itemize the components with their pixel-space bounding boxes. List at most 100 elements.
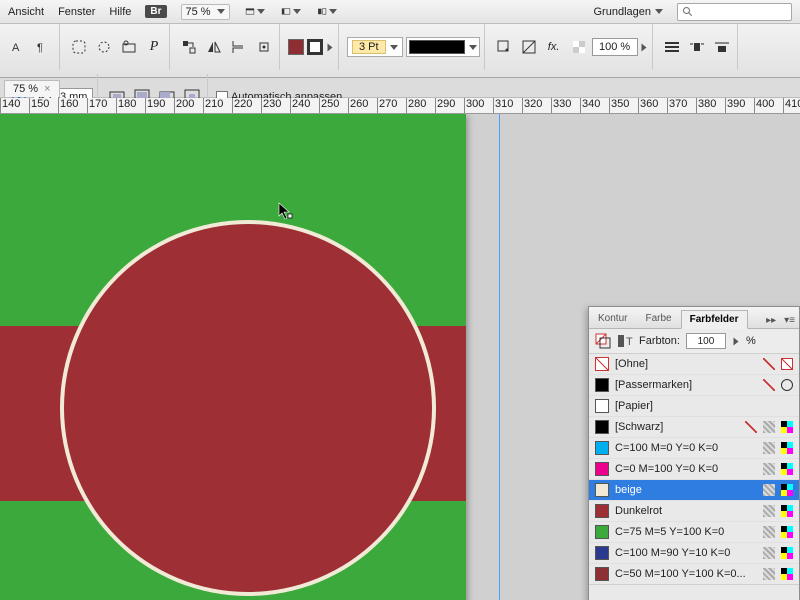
- opacity-value[interactable]: [592, 38, 638, 56]
- ruler-tick: 390: [725, 98, 745, 113]
- ruler-tick: 350: [609, 98, 629, 113]
- swatch-row[interactable]: [Schwarz]: [589, 417, 799, 438]
- ruler-tick: 410: [783, 98, 800, 113]
- strike-icon: [745, 421, 757, 433]
- document-tab[interactable]: 75 % ×: [4, 80, 60, 97]
- arrange-docs[interactable]: [316, 1, 338, 23]
- swatch-row[interactable]: [Ohne]: [589, 354, 799, 375]
- para-style-dd[interactable]: ¶: [33, 36, 55, 58]
- swatch-name: [Papier]: [615, 400, 793, 412]
- swatch-name: C=100 M=0 Y=0 K=0: [615, 442, 757, 454]
- cmyk-icon: [781, 547, 793, 559]
- swatch-chip: [595, 525, 609, 539]
- gray-icon: [763, 463, 775, 475]
- panel-tabs: Kontur Farbe Farbfelder ▸▸ ▾≡: [589, 307, 799, 329]
- ruler-tick: 360: [638, 98, 658, 113]
- fill-swatch[interactable]: [288, 39, 304, 55]
- bridge-chip[interactable]: Br: [145, 5, 166, 18]
- screen-mode-2[interactable]: [280, 1, 302, 23]
- textwrap-shape[interactable]: [711, 36, 733, 58]
- corner-opts[interactable]: [68, 36, 90, 58]
- panel-footer: [589, 584, 799, 600]
- gray-icon: [763, 568, 775, 580]
- swatch-chip: [595, 378, 609, 392]
- swatch-chip: [595, 462, 609, 476]
- control-bar: A ¶ P 3 Pt fx.: [0, 24, 800, 78]
- swatch-row[interactable]: [Papier]: [589, 396, 799, 417]
- stroke-style-preview: [409, 40, 465, 54]
- ruler-tick: 370: [667, 98, 687, 113]
- gray-icon: [763, 547, 775, 559]
- corner-link[interactable]: [93, 36, 115, 58]
- stroke-style-dd[interactable]: [406, 37, 480, 57]
- document-tab-label: 75 %: [13, 83, 38, 95]
- swatch-row[interactable]: beige: [589, 480, 799, 501]
- chevron-right-icon: [328, 43, 333, 51]
- panel-menu-icon[interactable]: ▾≡: [780, 313, 799, 328]
- cmyk-icon: [781, 421, 793, 433]
- zoom-value: 75 %: [186, 6, 211, 18]
- ruler-tick: 400: [754, 98, 774, 113]
- menu-view[interactable]: Ansicht: [8, 6, 44, 18]
- stroke-swatch[interactable]: [307, 39, 323, 55]
- swatch-row[interactable]: C=100 M=90 Y=10 K=0: [589, 543, 799, 564]
- chevron-right-icon: [641, 43, 646, 51]
- swatch-name: [Schwarz]: [615, 421, 739, 433]
- textwrap-none[interactable]: [661, 36, 683, 58]
- chevron-right-icon: [733, 337, 738, 345]
- textwrap-bound[interactable]: [686, 36, 708, 58]
- ruler-tick: 190: [145, 98, 165, 113]
- cmyk-icon: [781, 442, 793, 454]
- swatch-name: Dunkelrot: [615, 505, 757, 517]
- object-text-toggle[interactable]: T: [617, 333, 633, 349]
- flip-v-icon[interactable]: [228, 36, 250, 58]
- corner-shape[interactable]: [118, 36, 140, 58]
- ruler-tick: 170: [87, 98, 107, 113]
- tint-input[interactable]: [686, 333, 726, 349]
- search-input[interactable]: [677, 3, 792, 21]
- none-icon: [781, 358, 793, 370]
- swatch-row[interactable]: [Passermarken]: [589, 375, 799, 396]
- swatch-row[interactable]: C=100 M=0 Y=0 K=0: [589, 438, 799, 459]
- swatch-name: C=0 M=100 Y=0 K=0: [615, 463, 757, 475]
- zoom-dropdown[interactable]: 75 %: [181, 4, 230, 20]
- swatch-chip: [595, 504, 609, 518]
- tab-kontur[interactable]: Kontur: [589, 309, 636, 328]
- tab-farbfelder[interactable]: Farbfelder: [681, 310, 748, 329]
- vertical-guide[interactable]: [499, 114, 500, 600]
- search-icon: [682, 6, 694, 18]
- fx-button[interactable]: fx.: [543, 36, 565, 58]
- menu-window[interactable]: Fenster: [58, 6, 95, 18]
- ruler-tick: 280: [406, 98, 426, 113]
- cmyk-icon: [781, 526, 793, 538]
- close-tab-icon[interactable]: ×: [44, 83, 50, 95]
- stroke-weight-field[interactable]: 3 Pt: [347, 37, 403, 57]
- ruler-tick: 210: [203, 98, 223, 113]
- strike-icon: [763, 379, 775, 391]
- opacity-field[interactable]: [568, 36, 648, 58]
- effects-icon-2[interactable]: [518, 36, 540, 58]
- swatch-chip: [595, 399, 609, 413]
- path-text[interactable]: P: [143, 36, 165, 58]
- menu-help[interactable]: Hilfe: [109, 6, 131, 18]
- workspace-preset[interactable]: Grundlagen: [594, 6, 664, 18]
- effects-icon-1[interactable]: [493, 36, 515, 58]
- flip-h-icon[interactable]: [203, 36, 225, 58]
- swatch-row[interactable]: C=0 M=100 Y=0 K=0: [589, 459, 799, 480]
- swatch-chip: [595, 441, 609, 455]
- swatch-row[interactable]: C=75 M=5 Y=100 K=0: [589, 522, 799, 543]
- cmyk-icon: [781, 463, 793, 475]
- transform-icon[interactable]: [178, 36, 200, 58]
- gray-icon: [763, 505, 775, 517]
- canvas[interactable]: Kontur Farbe Farbfelder ▸▸ ▾≡ T Farbton:…: [0, 114, 800, 600]
- ruler-tick: 310: [493, 98, 513, 113]
- screen-mode-1[interactable]: [244, 1, 266, 23]
- panel-collapse-icon[interactable]: ▸▸: [762, 313, 780, 328]
- rotate-icon[interactable]: [253, 36, 275, 58]
- char-style-dd[interactable]: A: [8, 36, 30, 58]
- swatch-row[interactable]: C=50 M=100 Y=100 K=0...: [589, 564, 799, 584]
- swatch-row[interactable]: Dunkelrot: [589, 501, 799, 522]
- tab-farbe[interactable]: Farbe: [636, 309, 680, 328]
- fill-stroke-proxy[interactable]: [595, 333, 611, 349]
- ruler-tick: 180: [116, 98, 136, 113]
